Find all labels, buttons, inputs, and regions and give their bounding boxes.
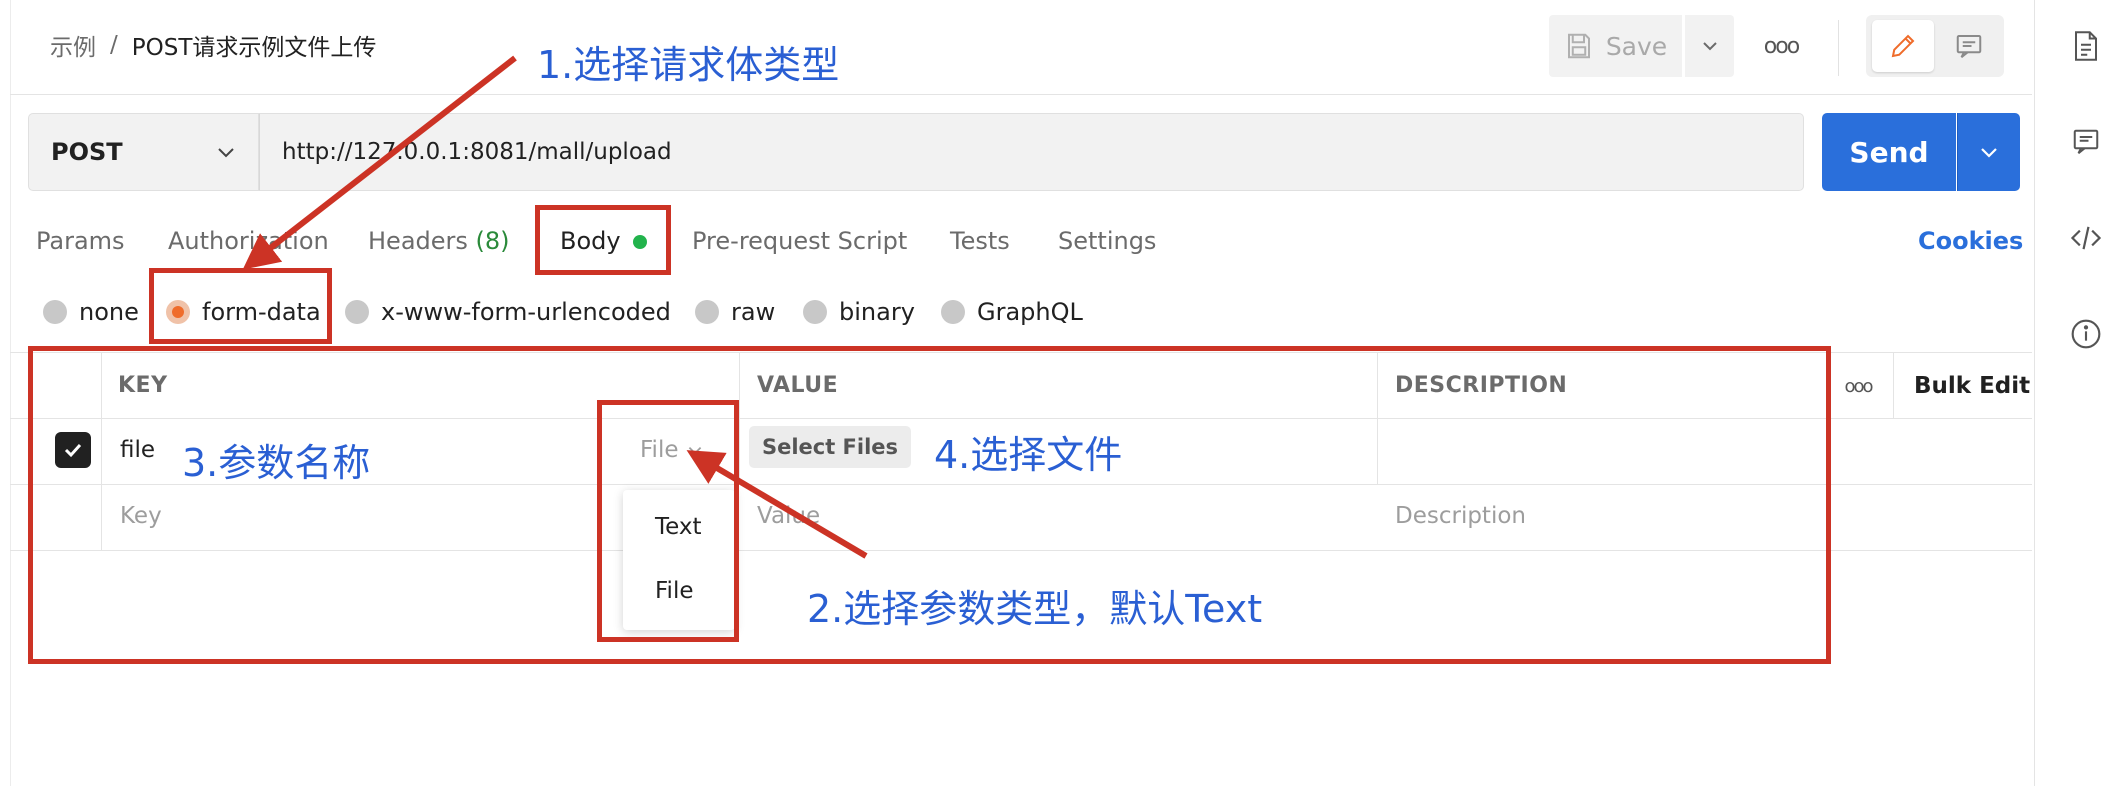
- save-label: Save: [1605, 31, 1668, 61]
- chevron-down-icon: [218, 148, 234, 158]
- radio-circle: [345, 300, 369, 324]
- tab-headers[interactable]: Headers (8): [368, 224, 510, 258]
- save-button[interactable]: Save: [1549, 15, 1682, 77]
- radio-circle: [803, 300, 827, 324]
- radio-label: binary: [839, 298, 915, 326]
- chevron-down-icon: [1702, 42, 1717, 51]
- more-icon: ooo: [1844, 375, 1873, 397]
- comment-icon: [2073, 129, 2099, 155]
- chevron-down-icon: [1981, 148, 1997, 158]
- send-label: Send: [1849, 135, 1929, 169]
- table-options-button[interactable]: ooo: [1838, 369, 1878, 403]
- annotation-box-form-data: [149, 268, 332, 344]
- comments-button[interactable]: [2066, 122, 2106, 162]
- radio-label: raw: [731, 298, 776, 326]
- tab-label: Pre-request Script: [692, 227, 908, 255]
- header-divider: [10, 94, 2032, 95]
- radio-circle: [43, 300, 67, 324]
- breadcrumb-parent[interactable]: 示例: [50, 28, 96, 62]
- tab-label: Params: [36, 227, 125, 255]
- annotation-step2: 2.选择参数类型，默认Text: [807, 587, 1263, 631]
- code-snippet-button[interactable]: [2066, 218, 2106, 258]
- url-input[interactable]: http://127.0.0.1:8081/mall/upload: [259, 113, 1804, 191]
- tab-label: Headers: [368, 227, 468, 255]
- tab-params[interactable]: Params: [36, 224, 125, 258]
- radio-binary[interactable]: binary: [803, 294, 915, 330]
- send-options-button[interactable]: [1957, 113, 2020, 191]
- info-button[interactable]: [2066, 314, 2106, 354]
- pencil-icon: [1891, 34, 1915, 58]
- radio-graphql[interactable]: GraphQL: [941, 294, 1083, 330]
- url-value: http://127.0.0.1:8081/mall/upload: [282, 139, 672, 165]
- method-value: POST: [51, 138, 123, 166]
- radio-circle: [941, 300, 965, 324]
- tab-label: Tests: [950, 227, 1010, 255]
- comment-mode-button[interactable]: [1938, 20, 2000, 72]
- radio-raw[interactable]: raw: [695, 294, 775, 330]
- headers-count: (8): [475, 227, 510, 255]
- annotation-step1: 1.选择请求体类型: [537, 43, 840, 87]
- radio-none[interactable]: none: [43, 294, 139, 330]
- cookies-link[interactable]: Cookies: [1918, 224, 2023, 258]
- radio-label: GraphQL: [977, 298, 1083, 326]
- info-icon: [2071, 319, 2101, 349]
- tab-tests[interactable]: Tests: [950, 224, 1010, 258]
- breadcrumb: 示例 / POST请求示例文件上传: [50, 28, 376, 62]
- save-options-button[interactable]: [1685, 15, 1734, 77]
- tab-settings[interactable]: Settings: [1058, 224, 1156, 258]
- save-icon: [1567, 33, 1590, 59]
- radio-x-www-form-urlencoded[interactable]: x-www-form-urlencoded: [345, 294, 671, 330]
- radio-circle: [695, 300, 719, 324]
- tab-pre-request-script[interactable]: Pre-request Script: [692, 224, 907, 258]
- annotation-step4: 4.选择文件: [934, 433, 1123, 477]
- tab-label: Authorization: [168, 227, 329, 255]
- toolbar-divider: [1838, 20, 1839, 76]
- more-actions-button[interactable]: ooo: [1752, 24, 1810, 68]
- more-icon: ooo: [1763, 33, 1800, 59]
- annotation-step3: 3.参数名称: [182, 441, 371, 485]
- tab-label: Settings: [1058, 227, 1157, 255]
- annotation-box-body-tab: [535, 205, 671, 275]
- tab-authorization[interactable]: Authorization: [168, 224, 329, 258]
- send-button[interactable]: Send: [1822, 113, 1956, 191]
- bulk-edit-button[interactable]: Bulk Edit: [1914, 368, 2030, 404]
- edit-mode-button[interactable]: [1872, 20, 1934, 72]
- radio-label: x-www-form-urlencoded: [381, 298, 671, 326]
- comment-icon: [1956, 35, 1982, 59]
- right-sidebar-border: [2034, 0, 2035, 786]
- documentation-button[interactable]: [2066, 26, 2106, 66]
- method-select[interactable]: POST: [28, 113, 259, 191]
- document-icon: [2075, 31, 2097, 61]
- code-icon: [2070, 226, 2102, 250]
- column-divider: [1893, 352, 1894, 418]
- page-title[interactable]: POST请求示例文件上传: [132, 28, 377, 62]
- annotation-box-type-select: [597, 400, 739, 642]
- radio-label: none: [79, 298, 139, 326]
- left-border: [10, 0, 11, 786]
- breadcrumb-separator: /: [110, 32, 118, 58]
